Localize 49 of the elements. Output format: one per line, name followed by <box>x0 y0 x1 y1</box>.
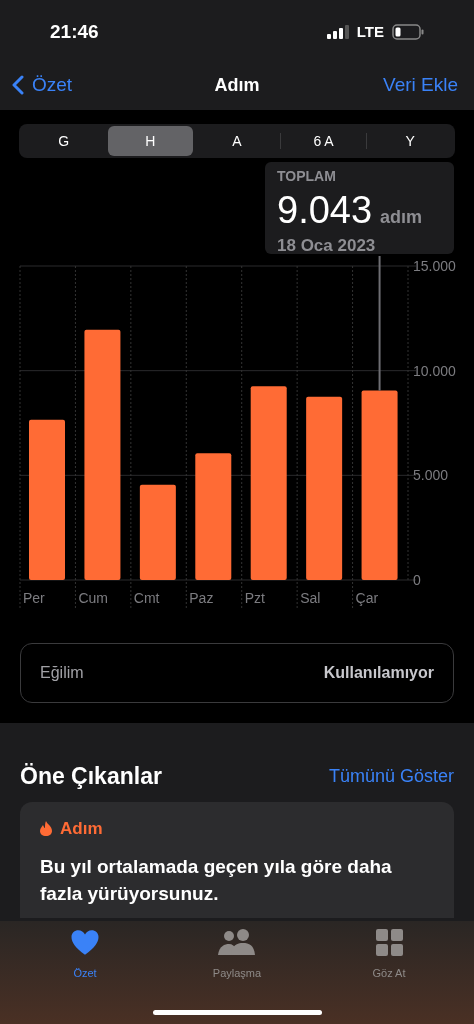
axis-label: Sal <box>300 590 321 606</box>
trend-row[interactable]: Eğilim Kullanılamıyor <box>20 643 454 703</box>
card-text: Bu yıl ortalamada geçen yıla göre daha fazla yürüyorsunuz. <box>40 855 393 906</box>
segment-tab[interactable]: A <box>194 126 280 156</box>
segment-tab[interactable]: 6 A <box>280 126 367 156</box>
signal-icon <box>326 25 349 39</box>
segment-tab[interactable]: H <box>107 126 194 156</box>
axis-label: 15.000 <box>413 258 456 274</box>
axis-label: Cum <box>78 590 108 606</box>
tooltip-date: 18 Oca 2023 <box>277 235 377 257</box>
bar[interactable] <box>84 329 121 580</box>
tab-bar-item[interactable]: Özet <box>45 929 125 981</box>
add-data-button[interactable]: Veri Ekle <box>383 70 462 100</box>
axis-label: 0 <box>413 572 421 588</box>
show-all-link[interactable]: Tümünü Göster <box>328 762 454 790</box>
axis-label: Paz <box>189 590 214 606</box>
back-button[interactable]: Özet <box>12 70 73 100</box>
tooltip-label: TOPLAM <box>277 167 337 186</box>
axis-label: 5.000 <box>413 467 449 484</box>
card-category: Adım <box>60 817 103 840</box>
axis-label: Cmt <box>133 590 160 606</box>
tooltip-unit: adım <box>380 208 423 226</box>
trend-value: Kullanılamıyor <box>323 663 434 683</box>
highlight-card[interactable]: Adım Bu yıl ortalamada geçen yıla göre daha fazla yürüyorsunuz. <box>20 801 454 918</box>
page-title: Adım <box>214 73 260 97</box>
bar[interactable] <box>195 453 232 580</box>
flame-icon <box>40 820 52 836</box>
axis-label: Pzt <box>244 590 265 606</box>
tab-bar-item[interactable]: Göz At <box>349 929 429 981</box>
network-label: LTE <box>356 21 384 42</box>
bar[interactable] <box>250 386 287 580</box>
axis-label: Çar <box>355 590 379 606</box>
bar[interactable] <box>139 484 176 580</box>
segment-tab[interactable]: G <box>21 126 107 156</box>
tooltip-value: 9.043 <box>277 191 373 229</box>
tab-bar-item[interactable]: Paylaşma <box>197 929 277 981</box>
section-heading: Öne Çıkanlar <box>20 762 162 791</box>
status-time: 21:46 <box>50 19 99 44</box>
battery-icon <box>392 24 424 40</box>
trend-label: Eğilim <box>40 663 84 683</box>
heart-icon <box>70 929 100 956</box>
people-icon <box>217 929 257 956</box>
axis-label: 10.000 <box>413 362 456 379</box>
bar[interactable] <box>306 396 343 580</box>
grid-icon <box>375 929 403 956</box>
axis-label: Per <box>23 590 45 606</box>
bar[interactable] <box>361 390 398 580</box>
chevron-left-icon <box>12 75 24 95</box>
segment-tab[interactable]: Y <box>367 126 453 156</box>
